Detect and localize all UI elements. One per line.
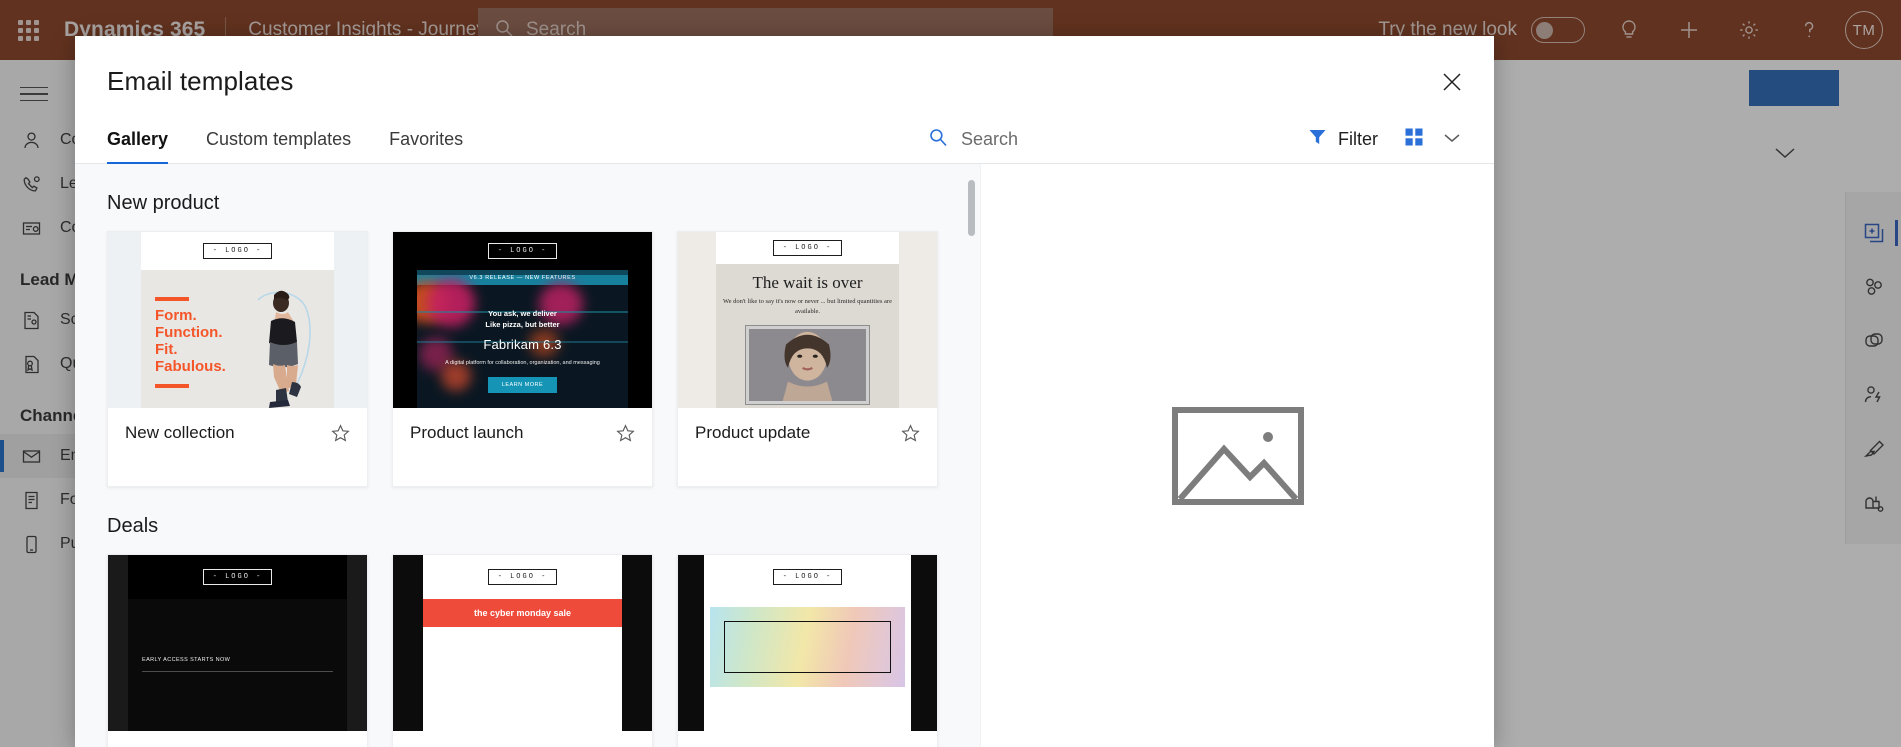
template-thumbnail: - LOGO - bbox=[678, 555, 937, 731]
template-thumbnail: - LOGO - Form. Function. Fit. Fabulous. bbox=[108, 232, 367, 408]
tab-favorites[interactable]: Favorites bbox=[389, 129, 463, 164]
star-outline-icon[interactable] bbox=[615, 423, 636, 449]
dialog-body: New product - LOGO - Form. Function. Fit… bbox=[75, 164, 1494, 747]
template-name: Product launch bbox=[410, 423, 524, 442]
thumb-title: Fabrikam 6.3 bbox=[483, 336, 562, 352]
template-card-meta bbox=[108, 731, 367, 747]
template-card-cyber-monday[interactable]: - LOGO - the cyber monday sale bbox=[392, 554, 653, 747]
template-thumbnail: - LOGO - EARLY ACCESS STARTS NOW bbox=[108, 555, 367, 731]
tab-gallery[interactable]: Gallery bbox=[107, 129, 169, 165]
template-row-deals: - LOGO - EARLY ACCESS STARTS NOW - LOGO … bbox=[107, 554, 980, 747]
scrollbar-thumb[interactable] bbox=[968, 180, 975, 236]
template-card-new-collection[interactable]: - LOGO - Form. Function. Fit. Fabulous. bbox=[107, 231, 368, 487]
page-title: Email templates bbox=[107, 66, 294, 96]
template-card-product-launch[interactable]: - LOGO - V6.3 RELEASE — NEW FEATURES You… bbox=[392, 231, 653, 487]
dialog-header: Email templates bbox=[75, 36, 1494, 97]
filter-icon bbox=[1308, 128, 1327, 151]
thumb-banner-label: the cyber monday sale bbox=[423, 599, 622, 627]
template-thumbnail: - LOGO - V6.3 RELEASE — NEW FEATURES You… bbox=[393, 232, 652, 408]
close-icon[interactable] bbox=[1430, 60, 1474, 104]
thumb-line-1: You ask, we deliver bbox=[488, 309, 557, 318]
thumb-subtitle: A digital platform for collaboration, or… bbox=[445, 359, 600, 366]
filter-button[interactable]: Filter bbox=[1308, 128, 1378, 151]
thumb-title: The wait is over bbox=[752, 273, 863, 292]
thumb-logo-label: - LOGO - bbox=[487, 243, 558, 259]
thumb-photo bbox=[257, 290, 311, 408]
template-card-meta: Product update bbox=[678, 408, 937, 486]
thumb-subtitle: We don't like to say it's now or never .… bbox=[723, 298, 892, 315]
thumb-photo-frame bbox=[745, 324, 870, 405]
thumb-headline-2: Function. bbox=[155, 323, 223, 341]
thumb-logo-label: - LOGO - bbox=[772, 240, 843, 256]
thumb-headline-3: Fit. bbox=[155, 340, 178, 358]
star-outline-icon[interactable] bbox=[900, 423, 921, 449]
thumb-logo-label: - LOGO - bbox=[772, 569, 843, 585]
template-thumbnail: - LOGO - the cyber monday sale bbox=[393, 555, 652, 731]
template-card-meta: New collection bbox=[108, 408, 367, 486]
section-title-new-product: New product bbox=[107, 192, 220, 214]
thumb-headline-1: Form. bbox=[155, 307, 197, 324]
dynamics-365-app: Dynamics 365 Customer Insights - Journey… bbox=[0, 0, 1901, 747]
thumb-logo-label: - LOGO - bbox=[202, 569, 273, 585]
dialog-tabs: Gallery Custom templates Favorites Searc… bbox=[75, 115, 1494, 165]
section-title-deals: Deals bbox=[107, 515, 159, 537]
search-icon bbox=[928, 127, 948, 152]
filter-label: Filter bbox=[1338, 129, 1378, 149]
vertical-scrollbar[interactable] bbox=[968, 180, 975, 610]
template-card-meta bbox=[393, 731, 652, 747]
thumb-logo-label: - LOGO - bbox=[487, 569, 558, 585]
email-templates-dialog: Email templates Gallery Custom templates… bbox=[75, 36, 1494, 747]
template-thumbnail: - LOGO - The wait is over We don't like … bbox=[678, 232, 937, 408]
template-name: New collection bbox=[125, 423, 235, 442]
thumb-line-2: Like pizza, but better bbox=[485, 319, 560, 329]
template-gallery[interactable]: New product - LOGO - Form. Function. Fit… bbox=[75, 164, 980, 747]
image-placeholder-icon bbox=[1171, 406, 1304, 505]
template-name: Product update bbox=[695, 423, 811, 442]
template-row-new-product: - LOGO - Form. Function. Fit. Fabulous. bbox=[107, 231, 980, 487]
template-card-meta bbox=[678, 731, 937, 747]
template-card-meta: Product launch bbox=[393, 408, 652, 486]
template-card-product-update[interactable]: - LOGO - The wait is over We don't like … bbox=[677, 231, 938, 487]
search-input[interactable]: Search bbox=[928, 127, 1018, 152]
tab-custom-templates[interactable]: Custom templates bbox=[206, 129, 351, 164]
star-outline-icon[interactable] bbox=[330, 423, 351, 449]
thumb-headline-4: Fabulous. bbox=[155, 357, 226, 375]
grid-view-icon[interactable] bbox=[1404, 127, 1424, 152]
view-options[interactable] bbox=[1404, 127, 1466, 152]
search-placeholder: Search bbox=[960, 129, 1018, 149]
thumb-cta-button: LEARN MORE bbox=[487, 376, 558, 393]
thumb-logo-label: - LOGO - bbox=[202, 243, 273, 259]
thumb-line: EARLY ACCESS STARTS NOW bbox=[142, 657, 231, 663]
chevron-down-icon[interactable] bbox=[1442, 131, 1462, 149]
dialog-toolbar: Search Filter bbox=[928, 115, 1466, 164]
template-preview-pane bbox=[980, 164, 1494, 747]
template-card-early-access[interactable]: - LOGO - EARLY ACCESS STARTS NOW bbox=[107, 554, 368, 747]
template-card-gradient-deal[interactable]: - LOGO - bbox=[677, 554, 938, 747]
